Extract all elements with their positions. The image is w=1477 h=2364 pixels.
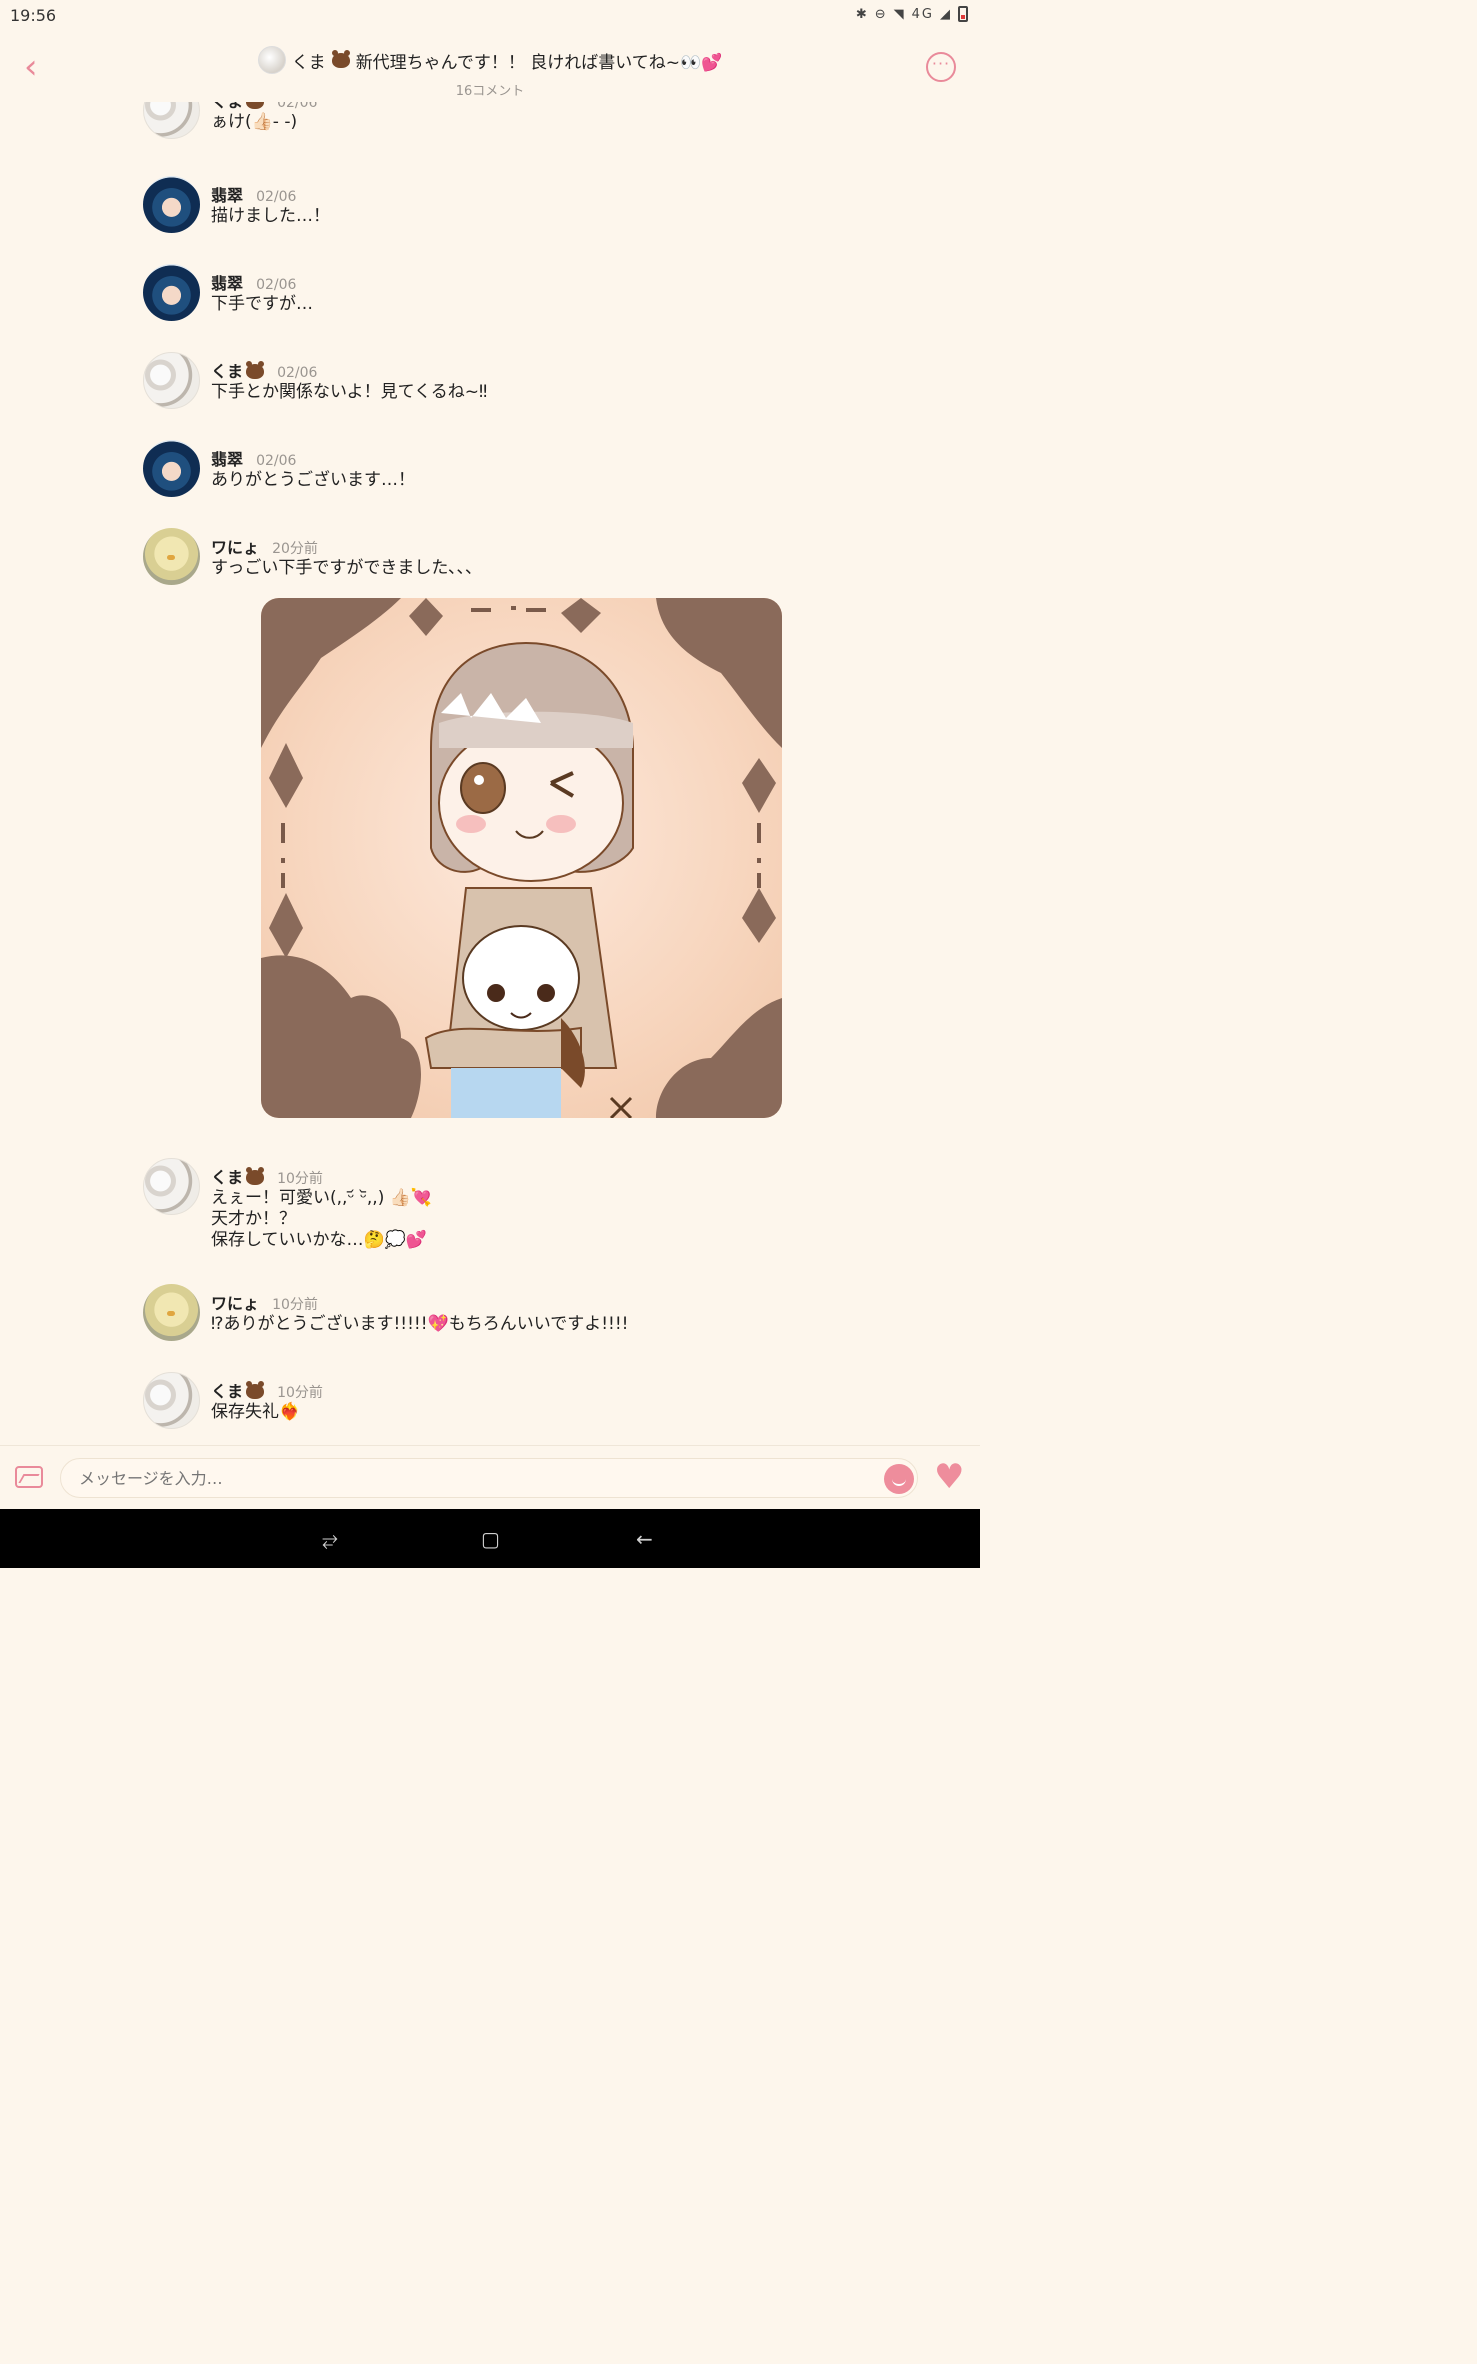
attach-image-button[interactable]: [15, 1466, 43, 1488]
comment-author[interactable]: くま: [211, 1168, 243, 1187]
status-time: 19:56: [10, 6, 57, 25]
comment-date: 02/06: [277, 102, 318, 111]
recent-apps-button[interactable]: ⥂: [322, 1527, 338, 1551]
bear-emoji-icon: [246, 102, 265, 109]
comment-date: 02/06: [277, 365, 318, 381]
posted-artwork-image[interactable]: [261, 598, 782, 1118]
comment-author[interactable]: 翡翠: [211, 274, 243, 293]
battery-icon: [958, 6, 968, 22]
thread-title-owner: くま: [291, 52, 326, 73]
bluetooth-icon: ✱: [855, 6, 869, 22]
wifi-icon: ◥: [893, 6, 906, 22]
thread-title: くま 新代理ちゃんです！！ 良ければ書いてね~👀💕: [257, 46, 723, 74]
comment-author[interactable]: 翡翠: [211, 186, 243, 205]
message-input[interactable]: [60, 1458, 918, 1498]
more-options-icon: ···: [931, 54, 951, 73]
avatar[interactable]: [143, 352, 200, 409]
comment-list[interactable]: くま 02/06 ぁけ(👍🏻- -) 翡翠 02/06 描けました…！ 翡翠 0…: [0, 102, 980, 1445]
heart-icon: ♥: [934, 1457, 965, 1497]
dnd-icon: ⊖: [874, 6, 888, 22]
comment-author[interactable]: ワにょ: [211, 1294, 259, 1313]
comment-meta: くま 10分前: [211, 1378, 323, 1402]
bear-emoji-icon: [331, 49, 350, 68]
comment-text: ぁけ(👍🏻- -): [211, 112, 298, 132]
comment-author[interactable]: ワにょ: [211, 538, 259, 557]
signal-icon: ◢: [940, 6, 952, 22]
network-label: 4G: [911, 6, 934, 22]
comment-meta: 翡翠 02/06: [211, 446, 296, 470]
bear-emoji-icon: [246, 1381, 265, 1399]
avatar[interactable]: [143, 264, 200, 321]
bear-emoji-icon: [246, 1167, 265, 1185]
thread-title-block: くま 新代理ちゃんです！！ 良ければ書いてね~👀💕 16コメント: [0, 46, 980, 99]
message-input-bar: ♥: [0, 1445, 980, 1510]
comment-meta: ワにょ 10分前: [211, 1290, 318, 1314]
comment-date: 02/06: [256, 189, 297, 205]
comment-text: ⁉ありがとうございます!!!!!💖もちろんいいですよ!!!!: [211, 1314, 629, 1334]
comment-meta: くま 02/06: [211, 358, 317, 382]
comment-count: 16コメント: [455, 84, 525, 99]
comment-text: 描けました…！: [211, 206, 330, 226]
comment-meta: 翡翠 02/06: [211, 270, 296, 294]
avatar[interactable]: [143, 1372, 200, 1429]
nav-back-button[interactable]: ←: [636, 1527, 653, 1551]
system-nav-bar: ⥂ ▢ ←: [0, 1509, 980, 1568]
avatar[interactable]: [143, 1158, 200, 1215]
comment-meta: くま 02/06: [211, 102, 317, 112]
comment-text: 保存失礼❤️‍🔥: [211, 1402, 301, 1422]
comment-date: 02/06: [256, 277, 297, 293]
status-bar: 19:56 ✱ ⊖ ◥ 4G ◢: [0, 0, 980, 32]
avatar[interactable]: [143, 1284, 200, 1341]
comment-date: 10分前: [277, 1171, 323, 1187]
comment-date: 02/06: [256, 453, 297, 469]
comment-text: 下手ですが…: [211, 294, 313, 314]
comment-text: ありがとうございます…！: [211, 470, 415, 490]
emoji-button[interactable]: [884, 1464, 914, 1494]
comment-meta: ワにょ 20分前: [211, 534, 318, 558]
comment-text: えぇー！可愛い‪‪(,,ᵕ᷄ ᵕ᷅,,)‬ 👍🏻💘 天才か！？ 保存していいかな…: [211, 1188, 433, 1250]
artwork-drawing: [261, 598, 782, 1118]
thread-header: ‹ くま 新代理ちゃんです！！ 良ければ書いてね~👀💕 16コメント ···: [0, 32, 980, 102]
more-options-button[interactable]: ···: [926, 52, 956, 82]
like-heart-button[interactable]: ♥: [934, 1460, 968, 1494]
avatar[interactable]: [143, 102, 200, 139]
comment-date: 10分前: [277, 1385, 323, 1401]
avatar[interactable]: [143, 528, 200, 585]
home-button[interactable]: ▢: [481, 1527, 500, 1551]
avatar[interactable]: [143, 440, 200, 497]
comment-author[interactable]: くま: [211, 362, 243, 381]
comment-date: 10分前: [272, 1297, 318, 1313]
comment-author[interactable]: くま: [211, 1382, 243, 1401]
comment-text: 下手とか関係ないよ！見てくるね~‼: [211, 382, 488, 402]
avatar[interactable]: [143, 176, 200, 233]
thread-owner-avatar: [257, 46, 286, 74]
comment-author[interactable]: 翡翠: [211, 450, 243, 469]
comment-date: 20分前: [272, 541, 318, 557]
comment-meta: 翡翠 02/06: [211, 182, 296, 206]
status-icons: ✱ ⊖ ◥ 4G ◢: [856, 6, 968, 22]
comment-text: すっごい下手ですができました､､､: [211, 558, 474, 578]
comment-meta: くま 10分前: [211, 1164, 323, 1188]
bear-emoji-icon: [246, 361, 265, 379]
thread-title-text: 新代理ちゃんです！！ 良ければ書いてね~👀💕: [355, 52, 723, 73]
comment-author[interactable]: くま: [211, 102, 243, 111]
